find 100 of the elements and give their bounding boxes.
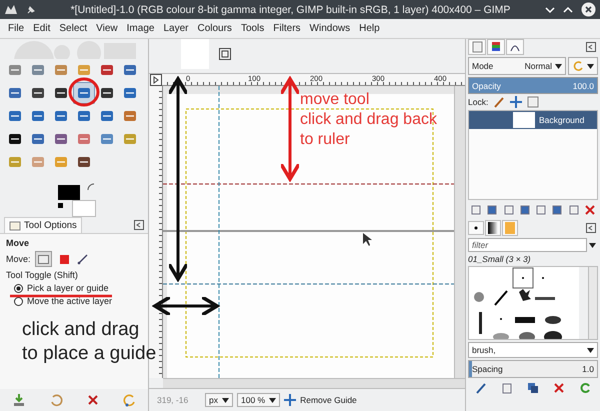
paths-tab[interactable]	[506, 39, 524, 55]
tag-field[interactable]: brush,	[468, 342, 598, 358]
tool-options-tab[interactable]: Tool Options	[4, 217, 82, 233]
brush-tab[interactable]	[468, 221, 484, 235]
radio-button[interactable]	[14, 284, 23, 292]
radio-option[interactable]: Move the active layer	[6, 296, 142, 306]
layers-tab[interactable]	[468, 39, 486, 55]
restore-icon[interactable]	[48, 393, 62, 407]
tool-icon	[122, 62, 138, 78]
layer-action-icon[interactable]	[535, 204, 548, 216]
app-icon	[4, 4, 18, 16]
menu-item[interactable]: Windows	[306, 22, 354, 35]
tool-icon	[30, 85, 46, 101]
tool-icon	[122, 108, 138, 124]
move-icon[interactable]	[510, 96, 522, 108]
layer-action-icon[interactable]	[470, 204, 482, 216]
filter-field[interactable]: filter	[468, 238, 587, 252]
menu-item[interactable]: Select	[55, 22, 92, 35]
menu-item[interactable]: View	[92, 22, 122, 35]
menu-item[interactable]: Help	[355, 22, 384, 35]
tool-icon	[99, 108, 115, 124]
tool-icon	[122, 85, 138, 101]
image-thumbnail[interactable]	[181, 39, 209, 69]
tool-icon	[53, 131, 69, 147]
layer-action-icon[interactable]	[486, 204, 498, 216]
layer-action-icon[interactable]	[568, 204, 580, 216]
status-message: Remove Guide	[300, 395, 357, 405]
layer-mode-button[interactable]	[34, 251, 52, 267]
panel-menu-icon[interactable]	[219, 48, 231, 60]
reset-icon[interactable]	[122, 393, 136, 407]
tool-icon	[7, 131, 23, 147]
caret-icon	[555, 64, 562, 68]
panel-menu-icon[interactable]	[586, 223, 596, 233]
move-label: Move:	[6, 254, 31, 264]
swap-colors-icon[interactable]	[86, 182, 96, 192]
tool-icon	[99, 131, 115, 147]
caret-icon	[587, 64, 594, 68]
annotation-text: move tool click and drag back to ruler	[300, 90, 437, 150]
tool-icon	[76, 131, 92, 147]
alpha-lock-icon[interactable]	[527, 96, 540, 108]
horizontal-scrollbar[interactable]	[163, 378, 465, 388]
layer-action-icon[interactable]	[584, 204, 596, 216]
menu-item[interactable]: Layer	[159, 22, 192, 35]
layer-action-icon[interactable]	[551, 204, 564, 216]
layer-action-icon[interactable]	[502, 204, 515, 216]
opacity-slider[interactable]: Opacity 100.0	[468, 77, 598, 94]
tool-icon	[30, 62, 46, 78]
tool-icon	[7, 154, 23, 170]
default-colors-icon[interactable]	[58, 203, 63, 208]
maximize-icon[interactable]	[563, 4, 573, 14]
tool-icon	[99, 62, 115, 78]
save-icon[interactable]	[12, 393, 26, 407]
brush-icon[interactable]	[493, 96, 506, 108]
unit-dropdown[interactable]: px	[205, 393, 233, 407]
background-color-swatch[interactable]	[72, 200, 96, 217]
refresh-icon[interactable]	[579, 382, 591, 394]
brush-name: 01_Small (3 × 3)	[468, 254, 532, 264]
menu-item[interactable]: Tools	[236, 22, 268, 35]
delete-icon[interactable]	[553, 382, 565, 394]
highlight-circle	[68, 78, 100, 106]
tool-icon	[7, 85, 23, 101]
mode-reset-button[interactable]	[568, 57, 598, 75]
duplicate-icon[interactable]	[527, 382, 539, 394]
menu-item[interactable]: Colours	[193, 22, 236, 35]
tool-icon	[30, 154, 46, 170]
new-document-icon[interactable]	[501, 382, 513, 394]
radio-option[interactable]: Pick a layer or guide	[6, 283, 142, 293]
window-title: *[Untitled]-1.0 (RGB colour 8-bit gamma integer, GIMP built-in sRGB, 1 layer) 400x400 – GIMP	[70, 4, 512, 16]
close-icon[interactable]	[581, 2, 596, 17]
vertical-scrollbar[interactable]	[588, 267, 597, 339]
panel-menu-icon[interactable]	[586, 42, 596, 52]
path-icon[interactable]	[76, 253, 89, 265]
tool-icon	[53, 154, 69, 170]
gradient-tab[interactable]	[485, 220, 501, 236]
menu-item[interactable]: File	[4, 22, 28, 35]
tool-icon	[99, 85, 115, 101]
layer-row[interactable]: Background	[469, 111, 597, 129]
pencil-icon[interactable]	[475, 382, 487, 394]
mode-dropdown[interactable]: Mode Normal	[468, 57, 566, 75]
gradient-icon	[488, 222, 498, 234]
vertical-scrollbar[interactable]	[454, 86, 465, 378]
zoom-dropdown[interactable]: 100 %	[236, 393, 280, 407]
move-icon	[284, 394, 296, 406]
delete-icon[interactable]	[86, 393, 100, 407]
menu-item[interactable]: Image	[122, 22, 158, 35]
tool-icon	[53, 85, 69, 101]
foreground-color-swatch[interactable]	[58, 185, 80, 200]
pattern-icon	[505, 222, 515, 234]
pin-icon[interactable]	[26, 4, 36, 14]
menu-item[interactable]: Edit	[29, 22, 54, 35]
tool-icon	[30, 131, 46, 147]
spacing-slider[interactable]: Spacing 1.0	[468, 360, 598, 378]
menu-item[interactable]: Filters	[269, 22, 305, 35]
channels-tab[interactable]	[487, 39, 505, 55]
panel-menu-icon[interactable]	[134, 220, 144, 230]
double-arrow	[153, 295, 219, 317]
navigate-icon[interactable]	[150, 74, 162, 86]
caret-icon[interactable]	[589, 242, 596, 248]
minimize-icon[interactable]	[545, 4, 555, 14]
layer-action-icon[interactable]	[518, 204, 531, 216]
